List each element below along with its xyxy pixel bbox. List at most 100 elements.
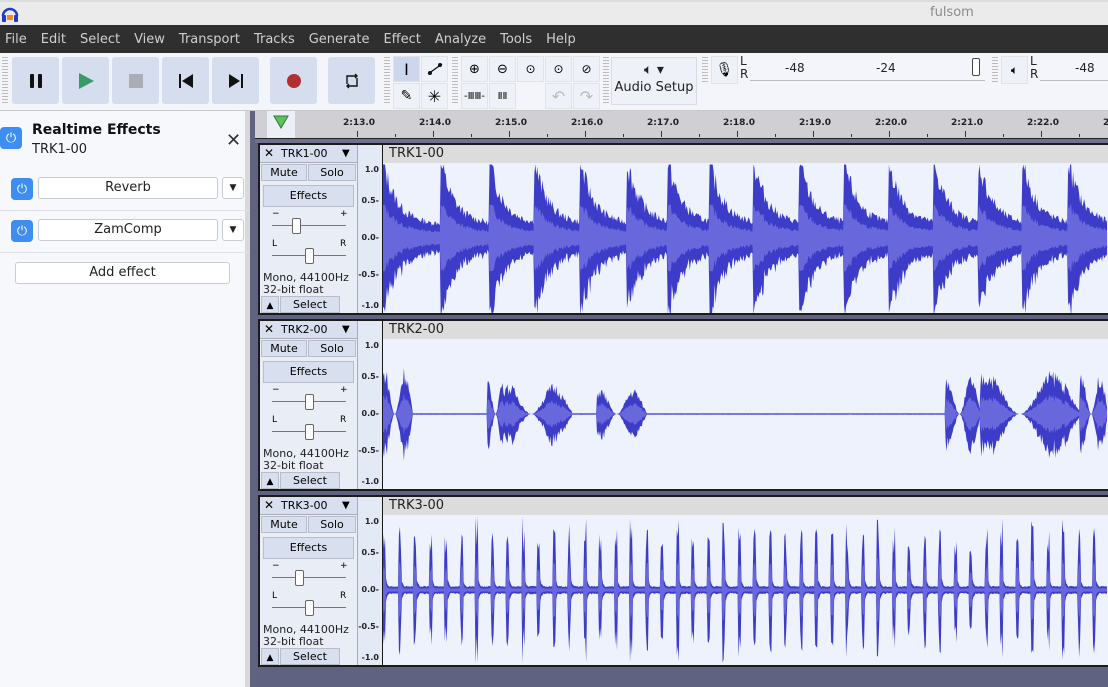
zoom-toggle-button[interactable]: ⊘ (573, 56, 600, 82)
menu-tracks[interactable]: Tracks (249, 32, 301, 47)
effect-button[interactable]: ZamComp (38, 219, 218, 241)
silence-button[interactable]: ⅡⅡ (489, 83, 516, 109)
pause-button[interactable] (12, 57, 59, 104)
solo-button[interactable]: Solo (308, 340, 356, 357)
skip-to-start-button[interactable] (162, 57, 209, 104)
meter-tick: -48 (1075, 61, 1095, 75)
menu-analyze[interactable]: Analyze (430, 32, 492, 47)
track-name-menu[interactable]: TRK3-00 (281, 499, 328, 512)
menu-effect[interactable]: Effect (378, 32, 426, 47)
close-track-button[interactable]: ✕ (264, 498, 274, 512)
effect-power-button[interactable]: ⏻ (11, 220, 33, 242)
toolbar-grip[interactable] (2, 57, 8, 105)
clip-title-bar[interactable]: TRK1-00 (383, 145, 1108, 163)
toolbar-grip[interactable] (992, 57, 998, 83)
toolbar-grip[interactable] (603, 57, 609, 105)
clip-title-bar[interactable]: TRK3-00 (383, 497, 1108, 515)
amplitude-ruler[interactable]: 1.0 0.5- 0.0- -0.5- -1.0 (357, 497, 382, 665)
close-track-button[interactable]: ✕ (264, 146, 274, 160)
track-name-menu[interactable]: TRK1-00 (281, 147, 328, 160)
clip-title-bar[interactable]: TRK2-00 (383, 321, 1108, 339)
effects-button[interactable]: Effects (263, 361, 354, 383)
play-head-area[interactable] (267, 111, 295, 138)
menu-file[interactable]: File (0, 32, 33, 47)
envelope-tool[interactable] (421, 56, 448, 82)
menu-select[interactable]: Select (75, 32, 126, 47)
pan-slider[interactable] (304, 248, 314, 264)
close-panel-button[interactable]: ✕ (226, 130, 241, 151)
fit-selection-button[interactable]: ⊙ (517, 56, 544, 82)
record-meter[interactable]: -48 -24 (750, 56, 985, 81)
skip-to-end-button[interactable] (212, 57, 259, 104)
undo-button[interactable]: ↶ (545, 83, 572, 109)
fit-project-button[interactable]: ⊙ (545, 56, 572, 82)
menu-transport[interactable]: Transport (174, 32, 246, 47)
gain-slider[interactable] (291, 218, 301, 234)
multi-tool[interactable]: ✳ (421, 83, 448, 109)
zoom-in-button[interactable]: ⊕ (461, 56, 488, 82)
effects-button[interactable]: Effects (263, 537, 354, 559)
toolbar-grip[interactable] (384, 57, 390, 105)
collapse-track-button[interactable]: ▲ (261, 648, 279, 665)
close-track-button[interactable]: ✕ (264, 322, 274, 336)
menu-generate[interactable]: Generate (304, 32, 376, 47)
playback-meter[interactable]: -48 (1040, 56, 1108, 81)
collapse-track-button[interactable]: ▲ (261, 472, 279, 489)
menu-edit[interactable]: Edit (36, 32, 72, 47)
loop-button[interactable] (328, 57, 375, 104)
timeline-ruler[interactable]: 2:13.0 2:14.0 2:15.0 2:16.0 2:17.0 2:18.0 2:19… (255, 111, 1108, 138)
redo-button[interactable]: ↷ (573, 83, 600, 109)
gain-slider[interactable] (304, 394, 314, 410)
stop-button[interactable] (112, 57, 159, 104)
select-track-button[interactable]: Select (280, 648, 340, 665)
effect-menu-button[interactable]: ▼ (222, 219, 244, 241)
add-effect-button[interactable]: Add effect (15, 262, 230, 284)
collapse-track-button[interactable]: ▲ (261, 296, 279, 313)
menu-view[interactable]: View (129, 32, 171, 47)
toolbar-grip[interactable] (702, 57, 708, 83)
power-icon: ⏻ (16, 223, 28, 239)
toolbar-grip[interactable] (452, 57, 458, 105)
effect-menu-button[interactable]: ▼ (222, 177, 244, 199)
effect-power-button[interactable]: ⏻ (11, 178, 33, 200)
audio-setup-button[interactable]: 🔈︎ ▾ Audio Setup (611, 57, 697, 105)
menu-help[interactable]: Help (541, 32, 582, 47)
waveform-area[interactable]: TRK2-00 (383, 321, 1108, 489)
waveform-area[interactable]: TRK1-00 (383, 145, 1108, 313)
record-level-slider[interactable] (972, 58, 980, 76)
pan-slider[interactable] (304, 424, 314, 440)
mute-button[interactable]: Mute (261, 516, 307, 533)
draw-tool[interactable]: ✎ (393, 83, 420, 109)
chevron-down-icon[interactable]: ▼ (342, 324, 350, 335)
solo-button[interactable]: Solo (308, 516, 356, 533)
speaker-icon: 🔈︎ ▾ (644, 62, 664, 78)
waveform-area[interactable]: TRK3-00 (383, 497, 1108, 665)
amplitude-ruler[interactable]: 1.0 0.5- 0.0- -0.5- -1.0 (357, 145, 382, 313)
play-button[interactable] (62, 57, 109, 104)
pan-slider[interactable] (304, 600, 314, 616)
gain-slider[interactable] (294, 570, 304, 586)
master-power-button[interactable]: ⏻ (0, 127, 22, 149)
select-track-button[interactable]: Select (280, 296, 340, 313)
zoom-out-button[interactable]: ⊖ (489, 56, 516, 82)
trim-button[interactable]: -ⅢⅢ- (461, 83, 488, 109)
amplitude-ruler[interactable]: 1.0 0.5- 0.0- -0.5- -1.0 (357, 321, 382, 489)
chevron-down-icon[interactable]: ▼ (342, 148, 350, 159)
select-track-button[interactable]: Select (280, 472, 340, 489)
record-button[interactable] (270, 57, 317, 104)
ruler-tick-label: 2:15.0 (495, 118, 528, 128)
menu-tools[interactable]: Tools (495, 32, 538, 47)
record-meter-button[interactable]: 🎙︎ (711, 56, 738, 84)
playback-meter-button[interactable]: 🔈︎ (1001, 56, 1028, 84)
amplitude-tick: 0.5- (361, 196, 380, 205)
mute-button[interactable]: Mute (261, 340, 307, 357)
effects-button[interactable]: Effects (263, 185, 354, 207)
solo-button[interactable]: Solo (308, 164, 356, 181)
track-name-menu[interactable]: TRK2-00 (281, 323, 328, 336)
selection-tool[interactable]: I (393, 56, 420, 82)
ruler-tick (965, 131, 966, 137)
chevron-down-icon[interactable]: ▼ (342, 500, 350, 511)
effect-button[interactable]: Reverb (38, 177, 218, 199)
mute-button[interactable]: Mute (261, 164, 307, 181)
track-bit-depth: 32-bit float (263, 459, 324, 472)
